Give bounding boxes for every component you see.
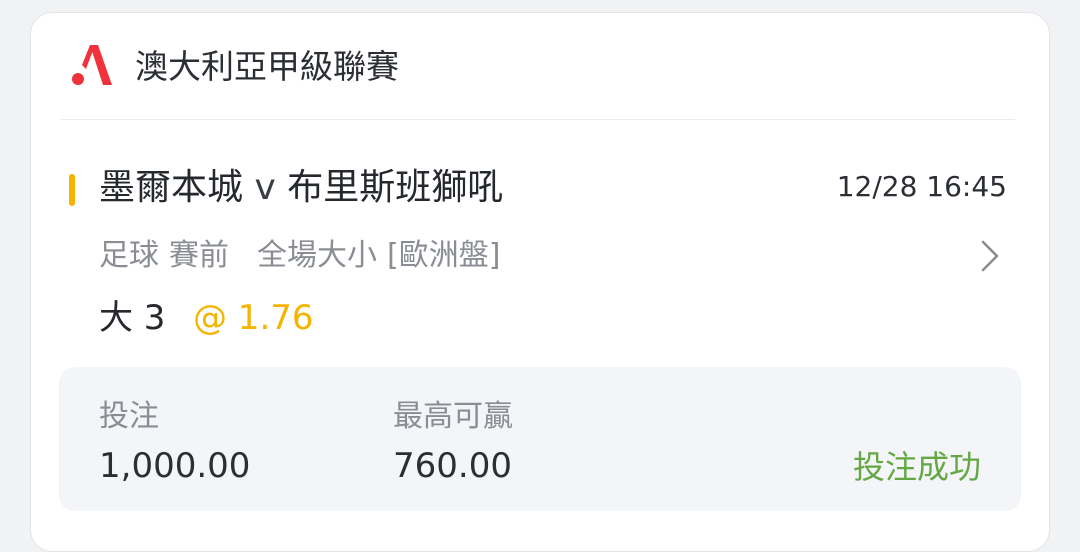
match-title[interactable]: 墨爾本城 v 布里斯班獅吼 (99, 163, 503, 213)
bet-summary: 投注 1,000.00 最高可贏 760.00 投注成功 (59, 367, 1021, 511)
market-type: 全場大小 (257, 238, 377, 273)
phase-label: 賽前 (169, 238, 229, 273)
stake-value: 1,000.00 (99, 446, 251, 486)
home-team: 墨爾本城 (99, 167, 244, 208)
stake-label: 投注 (99, 399, 159, 434)
match-accent-bar (69, 174, 75, 206)
odds-format: [歐洲盤] (387, 238, 501, 273)
match-time: 12/28 16:45 (836, 170, 1007, 203)
versus-label: v (254, 167, 276, 208)
bet-slip-card: 澳大利亞甲級聯賽 墨爾本城 v 布里斯班獅吼 12/28 16:45 足球 賽前全… (30, 12, 1050, 552)
bet-status: 投注成功 (852, 448, 981, 486)
league-logo-icon (72, 45, 112, 85)
chevron-right-icon[interactable] (979, 239, 1001, 273)
away-team: 布里斯班獅吼 (287, 167, 504, 208)
max-win-label: 最高可贏 (393, 399, 513, 434)
selection-pick: 大 3 (99, 298, 166, 338)
league-header: 澳大利亞甲級聯賽 (31, 13, 1049, 119)
market-info[interactable]: 足球 賽前 全場大小 [歐洲盤] (99, 235, 510, 277)
league-name: 澳大利亞甲級聯賽 (135, 47, 399, 86)
sport-label: 足球 (99, 238, 159, 273)
max-win-value: 760.00 (393, 446, 512, 486)
header-divider (61, 119, 1015, 120)
selection-odds: @ 1.76 (193, 298, 314, 338)
